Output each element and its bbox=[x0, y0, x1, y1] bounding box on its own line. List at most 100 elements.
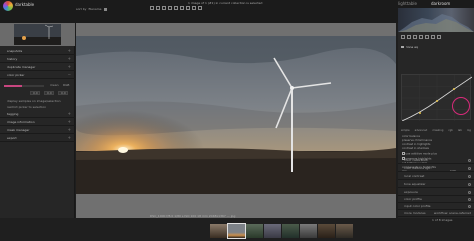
power-icon[interactable] bbox=[468, 182, 471, 186]
tab-lab[interactable]: lab bbox=[458, 129, 462, 133]
edited-photo[interactable] bbox=[76, 36, 396, 194]
module-color-picker[interactable]: color picker − bbox=[0, 72, 75, 79]
module-history[interactable]: history + bbox=[0, 56, 75, 63]
module-row[interactable]: color balance rgb bbox=[398, 165, 474, 172]
color-assessment-icon[interactable] bbox=[174, 6, 178, 10]
module-row[interactable]: exposure bbox=[398, 189, 474, 196]
module-label: color picker bbox=[7, 72, 25, 77]
overlay-icon[interactable] bbox=[156, 6, 160, 10]
expand-icon: + bbox=[67, 111, 71, 116]
module-row[interactable]: input color profile bbox=[398, 203, 474, 210]
group-base-icon[interactable] bbox=[413, 35, 417, 39]
module-groups bbox=[398, 34, 474, 40]
group-tone-icon[interactable] bbox=[419, 35, 423, 39]
module-row[interactable]: color calibration bbox=[398, 157, 474, 164]
group-correct-icon[interactable] bbox=[431, 35, 435, 39]
curve-tabs: simple advanced masking rgb lab log bbox=[401, 129, 471, 133]
module-image-information[interactable]: image information + bbox=[0, 119, 75, 126]
film-thumb[interactable] bbox=[264, 224, 281, 238]
checkbox[interactable] bbox=[402, 152, 405, 155]
sort-selector[interactable]: sort by filename bbox=[76, 6, 107, 12]
module-tagging[interactable]: tagging + bbox=[0, 111, 75, 118]
module-label: tagging bbox=[7, 111, 19, 116]
power-icon[interactable] bbox=[468, 174, 471, 178]
more-modules-label: more modules bbox=[404, 210, 426, 215]
right-panel: tone eq simple advanced masking rgb lab … bbox=[398, 32, 474, 218]
film-thumb[interactable] bbox=[210, 224, 227, 238]
tab-simple[interactable]: simple bbox=[401, 129, 410, 133]
tab-log[interactable]: log bbox=[467, 129, 471, 133]
film-thumb[interactable] bbox=[336, 224, 353, 238]
tab-masking[interactable]: masking bbox=[432, 129, 443, 133]
toolbar-icons bbox=[150, 6, 202, 10]
power-icon[interactable] bbox=[468, 158, 471, 162]
film-thumb[interactable] bbox=[282, 224, 299, 238]
module-row[interactable]: color profile bbox=[398, 196, 474, 203]
focus-peaking-icon[interactable] bbox=[162, 6, 166, 10]
restrict-picker-option[interactable]: restrict picker to selection bbox=[7, 106, 46, 109]
checkbox-option[interactable]: use additive mode plus bbox=[402, 152, 437, 155]
dropdown-icon bbox=[103, 7, 107, 11]
histogram-graph bbox=[398, 14, 474, 32]
module-snapshots[interactable]: snapshots + bbox=[0, 48, 75, 55]
film-thumb-selected[interactable] bbox=[227, 223, 246, 239]
group-quick-access-icon[interactable] bbox=[401, 35, 405, 39]
module-name: tone eq bbox=[406, 44, 418, 49]
group-effect-icon[interactable] bbox=[437, 35, 441, 39]
tab-lighttable[interactable]: lighttable bbox=[398, 2, 417, 6]
film-thumb[interactable] bbox=[300, 224, 317, 238]
center-view[interactable] bbox=[76, 23, 396, 218]
expand-icon: + bbox=[67, 119, 71, 124]
module-label: tone equalizer bbox=[404, 181, 426, 186]
expand-icon: + bbox=[67, 48, 71, 53]
raw-overexposed-icon[interactable] bbox=[192, 6, 196, 10]
power-icon[interactable] bbox=[468, 166, 471, 170]
left-panel: snapshots + history + duplicate manager … bbox=[0, 23, 75, 218]
module-label: input color profile bbox=[404, 203, 431, 208]
module-duplicate-manager[interactable]: duplicate manager + bbox=[0, 64, 75, 71]
module-label: color profile bbox=[404, 196, 422, 201]
highlight-ring bbox=[452, 97, 470, 115]
module-label: image information bbox=[7, 119, 35, 124]
gamut-icon[interactable] bbox=[186, 6, 190, 10]
power-icon[interactable] bbox=[401, 45, 404, 49]
footer-row[interactable]: more modules workflow: scene-referred bbox=[398, 210, 474, 217]
expand-icon: + bbox=[67, 135, 71, 140]
guides-icon[interactable] bbox=[168, 6, 172, 10]
group-active-icon[interactable] bbox=[407, 35, 411, 39]
group-color-icon[interactable] bbox=[425, 35, 429, 39]
workflow-value: workflow: scene-referred bbox=[433, 210, 471, 215]
power-icon[interactable] bbox=[468, 190, 471, 194]
histogram[interactable] bbox=[398, 8, 474, 32]
app-title: darktable bbox=[15, 2, 35, 7]
power-icon[interactable] bbox=[468, 197, 471, 201]
picker-mean-label[interactable]: mean bbox=[50, 84, 59, 87]
module-mask-manager[interactable]: mask manager + bbox=[0, 127, 75, 134]
tab-darkroom[interactable]: darkroom bbox=[431, 2, 450, 6]
module-header[interactable]: tone eq bbox=[398, 44, 474, 50]
picker-value-3-text: 0.0 bbox=[61, 91, 66, 95]
module-export[interactable]: export + bbox=[0, 135, 75, 142]
module-row[interactable]: local contrast bbox=[398, 173, 474, 180]
expand-icon: + bbox=[67, 127, 71, 132]
navigation-thumbnail[interactable] bbox=[0, 23, 75, 46]
film-thumb[interactable] bbox=[246, 224, 263, 238]
status-toast: 1 image of 1 (#1) in current collection … bbox=[188, 1, 263, 5]
checkbox-label: use additive mode plus bbox=[405, 151, 437, 156]
module-label: exposure bbox=[404, 189, 418, 194]
picker-value-2-text: 0.0 bbox=[47, 91, 52, 95]
module-row[interactable]: tone equalizer bbox=[398, 181, 474, 188]
picker-mean-value[interactable]: RGB bbox=[63, 84, 69, 87]
display-samples-option[interactable]: display samples on image/selection bbox=[7, 100, 61, 103]
power-icon[interactable] bbox=[468, 204, 471, 208]
softproof-icon[interactable] bbox=[180, 6, 184, 10]
grid-icon[interactable] bbox=[150, 6, 154, 10]
tab-advanced[interactable]: advanced bbox=[415, 129, 428, 133]
tab-rgb[interactable]: rgb bbox=[449, 129, 453, 133]
module-label: history bbox=[7, 56, 18, 61]
option-line[interactable]: contrast in shadows bbox=[402, 147, 429, 150]
film-thumb[interactable] bbox=[318, 224, 335, 238]
module-label: duplicate manager bbox=[7, 64, 36, 69]
clipping-icon[interactable] bbox=[198, 6, 202, 10]
module-label: snapshots bbox=[7, 48, 23, 53]
